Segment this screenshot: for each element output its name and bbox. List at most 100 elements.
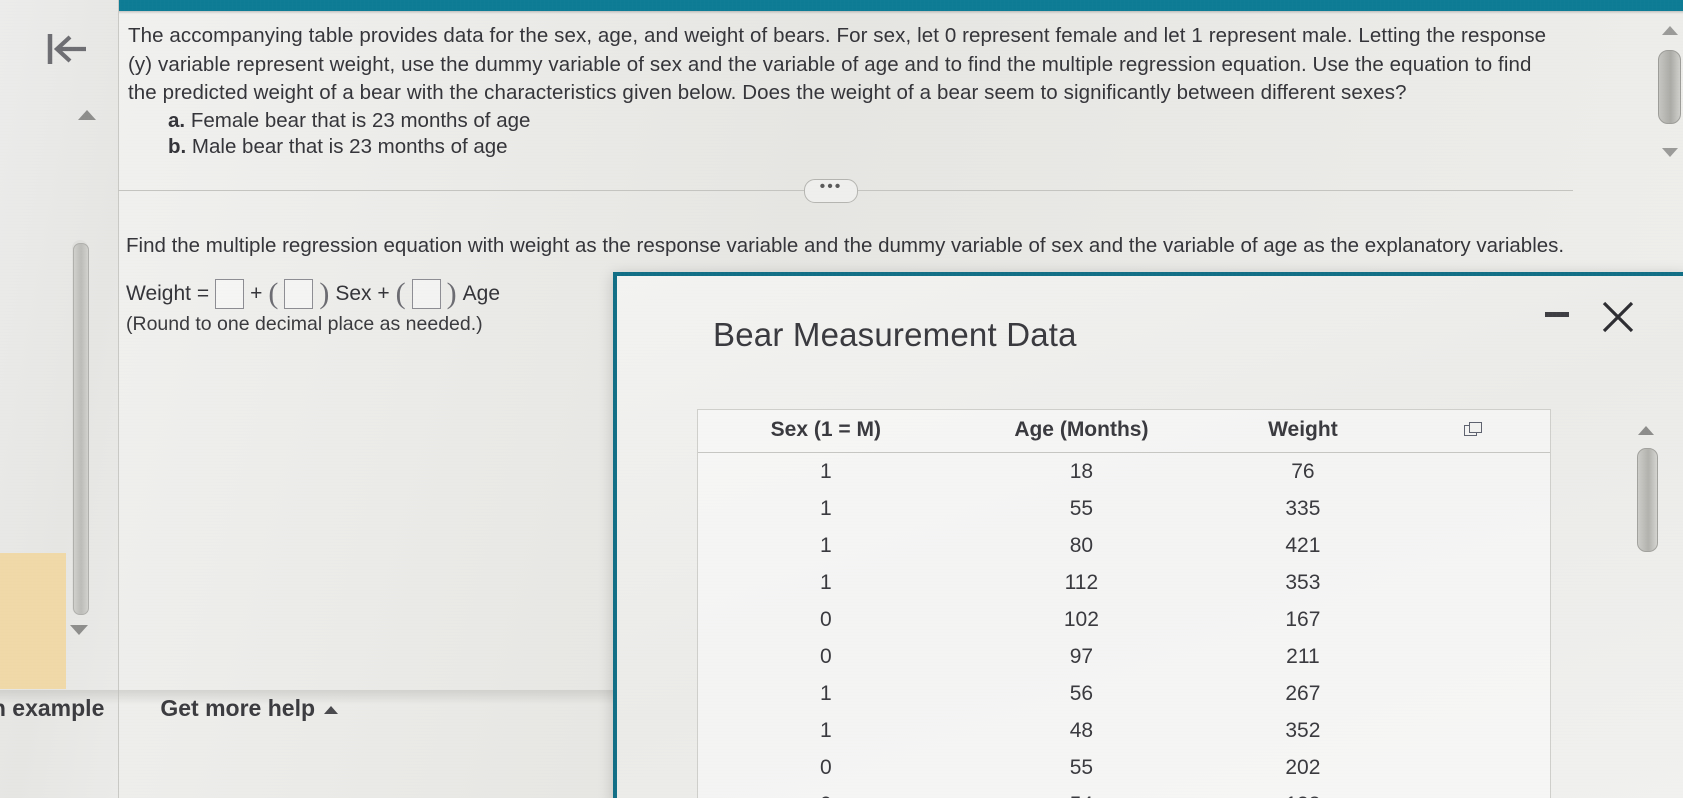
cell-sex: 1 [819, 496, 832, 520]
sex-coefficient-input[interactable] [284, 279, 314, 309]
bear-data-table-container: Sex (1 = M) Age (Months) Weight 1 18 76 [697, 409, 1551, 798]
table-body: 1 18 76 1 55 335 1 80 421 1 112 353 0 10… [698, 453, 1550, 798]
part-b-text: Male bear that is 23 months of age [191, 135, 508, 158]
view-an-example-link[interactable]: ew an example [0, 695, 104, 722]
cell-age: 112 [1064, 570, 1099, 594]
cell-spacer [1397, 601, 1550, 638]
equation-plus-1: + [250, 282, 263, 305]
question-part-a: a. Female bear that is 23 months of age [168, 108, 1068, 134]
cell-sex: 0 [698, 786, 954, 798]
cell-age: 55 [1069, 496, 1094, 520]
bottom-links-bar: ew an example Get more help [0, 695, 339, 722]
question-parts: a. Female bear that is 23 months of age … [168, 108, 1068, 160]
cell-weight: 138 [1209, 786, 1396, 798]
cell-sex: 0 [819, 755, 832, 779]
rail-scrollbar-thumb[interactable] [73, 243, 89, 615]
cell-spacer [1397, 490, 1550, 527]
table-row: 0 55 202 [698, 749, 1550, 786]
top-bar [118, 0, 1683, 11]
question-part-b: b. Male bear that is 23 months of age [168, 134, 1068, 160]
cell-weight: 202 [1285, 755, 1321, 779]
cell-spacer [1397, 675, 1550, 712]
app-screen: The accompanying table provides data for… [0, 0, 1683, 798]
bear-data-table: Sex (1 = M) Age (Months) Weight 1 18 76 [698, 410, 1550, 798]
cell-sex: 1 [819, 459, 832, 483]
rounding-note: (Round to one decimal place as needed.) [126, 313, 483, 335]
question-body: The accompanying table provides data for… [128, 24, 1547, 104]
page-scrollbar[interactable] [1657, 12, 1683, 172]
age-coefficient-input[interactable] [411, 279, 441, 309]
equation-lhs-label: Weight = [126, 282, 210, 305]
answer-prompt: Find the multiple regression equation wi… [126, 234, 1565, 257]
expand-ellipsis-button[interactable]: ••• [804, 179, 858, 203]
caret-up-icon [324, 705, 339, 714]
part-a-label: a. [168, 109, 186, 132]
cell-spacer [1397, 638, 1550, 675]
table-row: 0 97 211 [698, 638, 1550, 675]
table-row: 1 56 267 [698, 675, 1550, 712]
get-more-help-label: Get more help [160, 695, 316, 721]
minimize-icon[interactable] [1545, 312, 1569, 317]
table-row: 1 80 421 [698, 527, 1550, 564]
copy-column-header [1396, 410, 1550, 453]
rail-scroll-down-icon[interactable] [70, 625, 88, 635]
cell-weight: 267 [1285, 681, 1321, 705]
rail-scroll-up-icon[interactable] [78, 110, 96, 120]
table-row: 1 112 353 [698, 564, 1550, 601]
page-scroll-down-icon[interactable] [1662, 148, 1678, 157]
age-open-paren: ( [395, 277, 406, 310]
column-header-sex: Sex (1 = M) [698, 410, 954, 453]
cell-sex: 0 [819, 644, 832, 668]
close-icon[interactable] [1601, 300, 1635, 334]
age-term-label: Age [462, 282, 501, 305]
cell-sex: 1 [819, 718, 832, 742]
cell-age: 97 [1069, 644, 1094, 668]
table-header-row: Sex (1 = M) Age (Months) Weight [698, 410, 1550, 453]
table-header: Sex (1 = M) Age (Months) Weight [698, 410, 1550, 453]
dialog-title: Bear Measurement Data [713, 316, 1077, 353]
table-row: 1 48 352 [698, 712, 1550, 749]
cell-sex: 1 [819, 681, 832, 705]
column-header-age: Age (Months) [953, 410, 1210, 453]
cell-age: 18 [1069, 459, 1094, 483]
cell-age: 56 [1069, 681, 1094, 705]
intercept-input[interactable] [215, 279, 245, 309]
table-row: 0 102 167 [698, 601, 1550, 638]
cell-spacer [1397, 786, 1550, 798]
back-to-start-icon[interactable] [40, 28, 94, 70]
top-bar-shadow [118, 11, 1683, 14]
cell-spacer [1397, 564, 1550, 601]
page-scrollbar-thumb[interactable] [1658, 50, 1681, 124]
part-b-label: b. [168, 135, 187, 158]
cell-weight: 211 [1286, 644, 1320, 668]
tan-panel [0, 553, 66, 689]
age-close-paren: ) [446, 277, 457, 310]
cell-age: 80 [1069, 533, 1094, 557]
cell-spacer [1397, 527, 1550, 564]
cell-weight: 76 [1291, 459, 1315, 483]
cell-age: 48 [1069, 718, 1094, 742]
get-more-help-button[interactable]: Get more help [160, 695, 339, 722]
page-scroll-up-icon[interactable] [1662, 26, 1678, 35]
part-a-text: Female bear that is 23 months of age [190, 109, 531, 132]
sex-close-paren: ) [319, 277, 330, 310]
cell-weight: 353 [1285, 570, 1321, 594]
cell-weight: 421 [1285, 533, 1321, 557]
cell-sex: 1 [819, 533, 832, 557]
cell-weight: 352 [1285, 718, 1321, 742]
table-row: 0 54 138 [698, 786, 1550, 798]
cell-spacer [1397, 453, 1550, 491]
cell-age: 102 [1063, 607, 1099, 631]
sex-open-paren: ( [268, 277, 279, 310]
cell-weight: 167 [1285, 607, 1321, 631]
cell-age: 54 [954, 786, 1210, 798]
bear-data-dialog: Bear Measurement Data Sex (1 = M) Age (M… [613, 272, 1683, 798]
copy-icon[interactable] [1463, 422, 1483, 438]
dialog-scrollbar-thumb[interactable] [1637, 448, 1658, 552]
regression-equation-line: Weight = + ( ) Sex + ( ) Age [126, 279, 500, 309]
cell-sex: 1 [819, 570, 832, 594]
column-header-weight: Weight [1209, 410, 1397, 453]
view-example-label: ew an example [0, 695, 105, 721]
table-row: 1 55 335 [698, 490, 1550, 527]
dialog-scroll-up-icon[interactable] [1638, 426, 1654, 435]
